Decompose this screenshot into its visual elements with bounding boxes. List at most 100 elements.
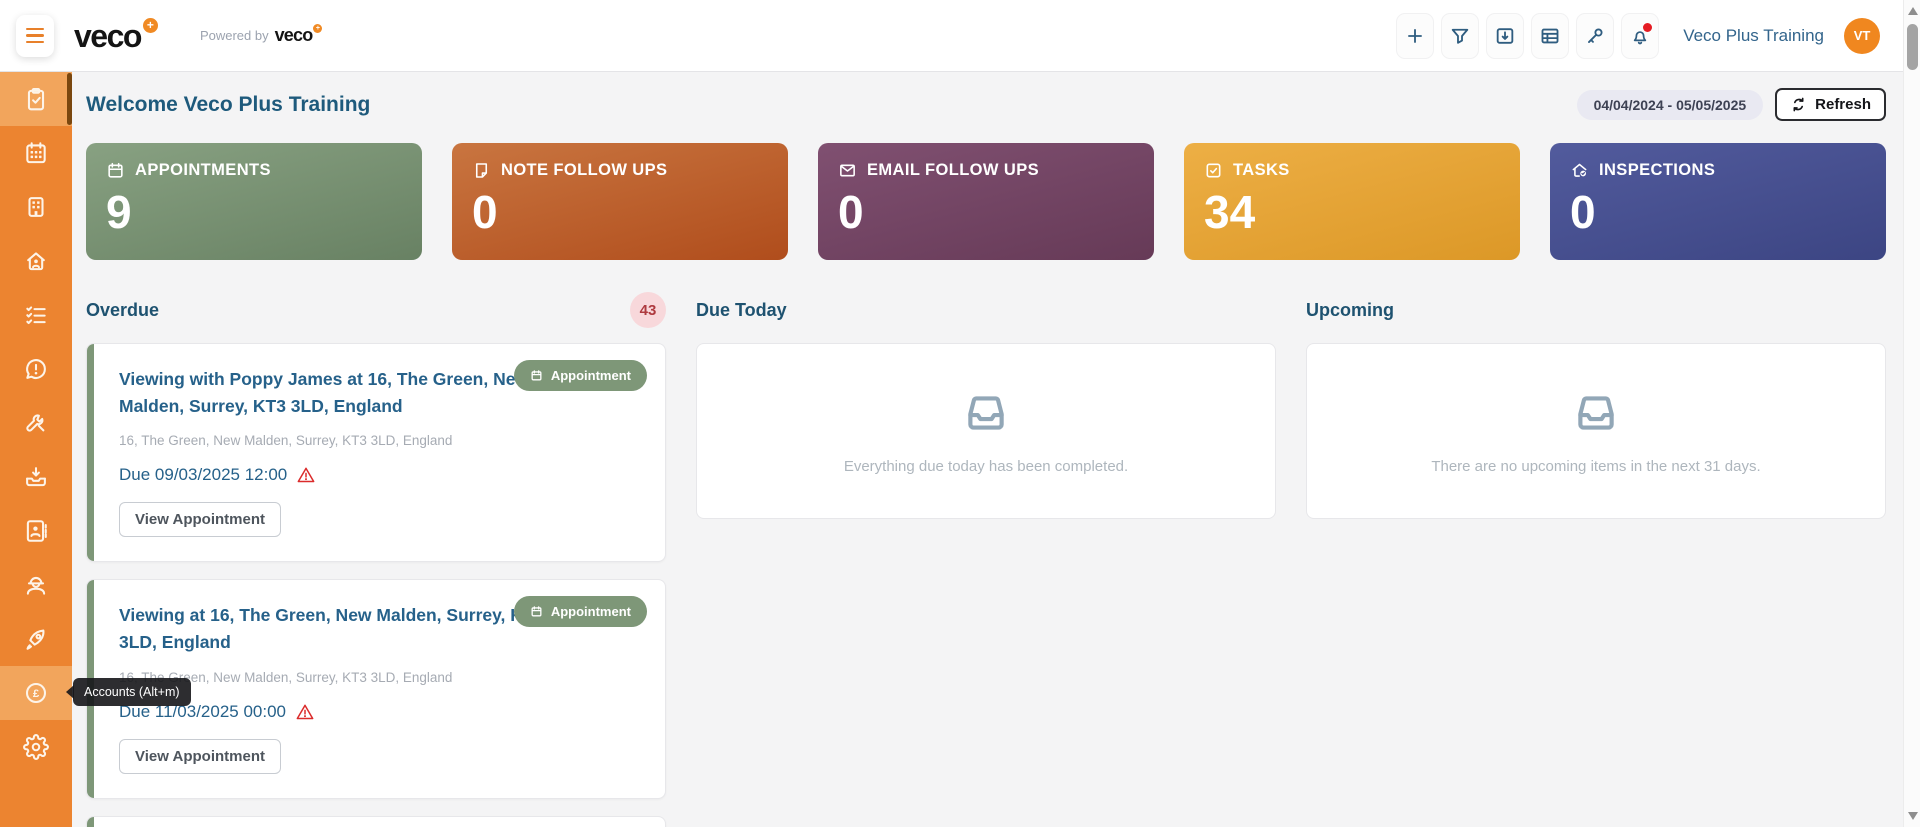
page-scrollbar[interactable] [1903,0,1920,827]
upcoming-empty-message: There are no upcoming items in the next … [1431,457,1761,475]
powered-by: Powered by veco + [199,24,323,45]
veco-logo-text: veco [74,17,142,54]
stat-value: 0 [1570,186,1596,238]
box-arrow-down-icon [1494,25,1516,47]
stat-label: NOTE FOLLOW UPS [501,161,668,179]
calendar-icon [106,161,125,180]
warning-icon [295,702,315,722]
stat-card-inspections[interactable]: INSPECTIONS 0 [1550,143,1886,260]
type-badge-label: Appointment [550,368,631,383]
table-view-button[interactable] [1531,12,1570,59]
section-title-due-today: Due Today [696,299,787,320]
user-menu[interactable]: Veco Plus Training [1683,26,1824,46]
sidebar-item-enquiries[interactable] [0,342,72,396]
stat-card-email-follow-ups[interactable]: EMAIL FOLLOW UPS 0 [818,143,1154,260]
powered-by-logo-plus-icon: + [313,24,323,33]
powered-by-logo-text: veco [274,25,314,45]
stat-value: 34 [1204,186,1256,238]
view-appointment-button[interactable]: View Appointment [119,502,282,538]
due-today-empty-message: Everything due today has been completed. [843,457,1129,475]
filter-button[interactable] [1441,12,1480,59]
powered-by-label: Powered by [199,28,269,43]
sidebar-item-inbox[interactable] [0,450,72,504]
chat-alert-icon [23,356,49,382]
user-avatar[interactable]: VT [1844,17,1880,54]
sidebar-item-marketing[interactable] [0,612,72,666]
sidebar-item-home[interactable] [0,234,72,288]
appointment-due: Due 09/03/2025 12:00 [119,465,641,485]
stat-card-appointments[interactable]: APPOINTMENTS 9 [86,143,422,260]
section-overdue: Overdue 43 Viewing with Poppy James at 1… [86,292,666,827]
refresh-button[interactable]: Refresh [1775,88,1886,121]
sidebar-item-accounts[interactable]: £ [0,666,72,720]
notification-alert-dot [1643,22,1653,32]
section-title-overdue: Overdue [86,299,160,320]
scrollbar-up-arrow[interactable] [1907,7,1918,15]
main-content: Welcome Veco Plus Training 04/04/2024 - … [72,72,1902,827]
sections-row: Overdue 43 Viewing with Poppy James at 1… [72,260,1902,827]
appointment-type-badge: Appointment [513,360,647,391]
sidebar-item-diary[interactable] [0,72,72,126]
keys-button[interactable] [1576,12,1615,59]
hamburger-menu-button[interactable] [16,14,54,57]
top-bar: veco + Powered by veco + Veco Plus Train… [0,0,1920,72]
calendar-icon [23,140,49,166]
page-title: Welcome Veco Plus Training [86,92,371,116]
export-button[interactable] [1486,12,1525,59]
scrollbar-thumb[interactable] [1907,24,1918,70]
add-button[interactable] [1396,12,1435,59]
scrollbar-down-arrow[interactable] [1907,812,1918,820]
warning-icon [296,465,316,485]
calendar-icon [530,369,543,382]
appointment-address: 16, The Green, New Malden, Surrey, KT3 3… [119,669,453,685]
stat-cards-row: APPOINTMENTS 9 NOTE FOLLOW UPS 0 EMAIL F… [72,121,1902,260]
page-header: Welcome Veco Plus Training 04/04/2024 - … [72,72,1902,121]
appointment-address: 16, The Green, New Malden, Surrey, KT3 3… [119,433,453,449]
stat-value: 9 [106,186,132,238]
stat-label: INSPECTIONS [1599,161,1716,179]
appointment-title-link[interactable]: Viewing at 16, The Green, New Malden, Su… [119,602,554,656]
stat-label: TASKS [1233,161,1290,179]
checklist-icon [23,302,49,328]
sidebar-item-maintenance[interactable] [0,396,72,450]
stat-card-tasks[interactable]: TASKS 34 [1184,143,1520,260]
refresh-label: Refresh [1815,96,1871,113]
calendar-icon [530,605,543,618]
stat-value: 0 [472,186,498,238]
sidebar-item-calendar[interactable] [0,126,72,180]
section-upcoming: Upcoming There are no upcoming items in … [1306,292,1886,827]
table-icon [1539,25,1561,47]
svg-text:£: £ [33,688,40,700]
accounts-tooltip: Accounts (Alt+m) [66,678,191,706]
sidebar-item-settings[interactable] [0,720,72,774]
note-icon [472,161,491,180]
task-check-icon [1204,161,1223,180]
overdue-card-list: Viewing with Poppy James at 16, The Gree… [86,343,666,827]
overdue-card: Viewing with Poppy James at 16, The Gree… [86,343,666,563]
sidebar-nav: £ [0,72,72,827]
clipboard-check-icon [23,86,49,112]
stat-card-note-follow-ups[interactable]: NOTE FOLLOW UPS 0 [452,143,788,260]
rocket-icon [23,626,49,652]
plus-icon [1404,25,1426,47]
pound-circle-icon: £ [23,680,49,706]
appointment-title-link[interactable]: Viewing with Poppy James at 16, The Gree… [119,366,554,420]
date-range-pill[interactable]: 04/04/2024 - 05/05/2025 [1576,89,1764,120]
view-appointment-button[interactable]: View Appointment [119,738,282,774]
sidebar-item-tasks[interactable] [0,288,72,342]
sidebar-item-contractors[interactable] [0,558,72,612]
notifications-button[interactable] [1621,12,1660,59]
house-person-icon [23,248,49,274]
stat-value: 0 [838,186,864,238]
house-check-icon [1570,161,1589,180]
building-icon [23,194,49,220]
sidebar-item-contacts[interactable] [0,504,72,558]
sidebar-item-properties[interactable] [0,180,72,234]
empty-inbox-icon [959,388,1013,438]
app-window: veco + Powered by veco + Veco Plus Train… [0,0,1920,827]
empty-inbox-icon [1569,388,1623,438]
veco-logo: veco + [74,17,158,54]
topbar-actions [1396,12,1660,59]
stat-label: EMAIL FOLLOW UPS [867,161,1040,179]
section-title-upcoming: Upcoming [1306,299,1394,320]
